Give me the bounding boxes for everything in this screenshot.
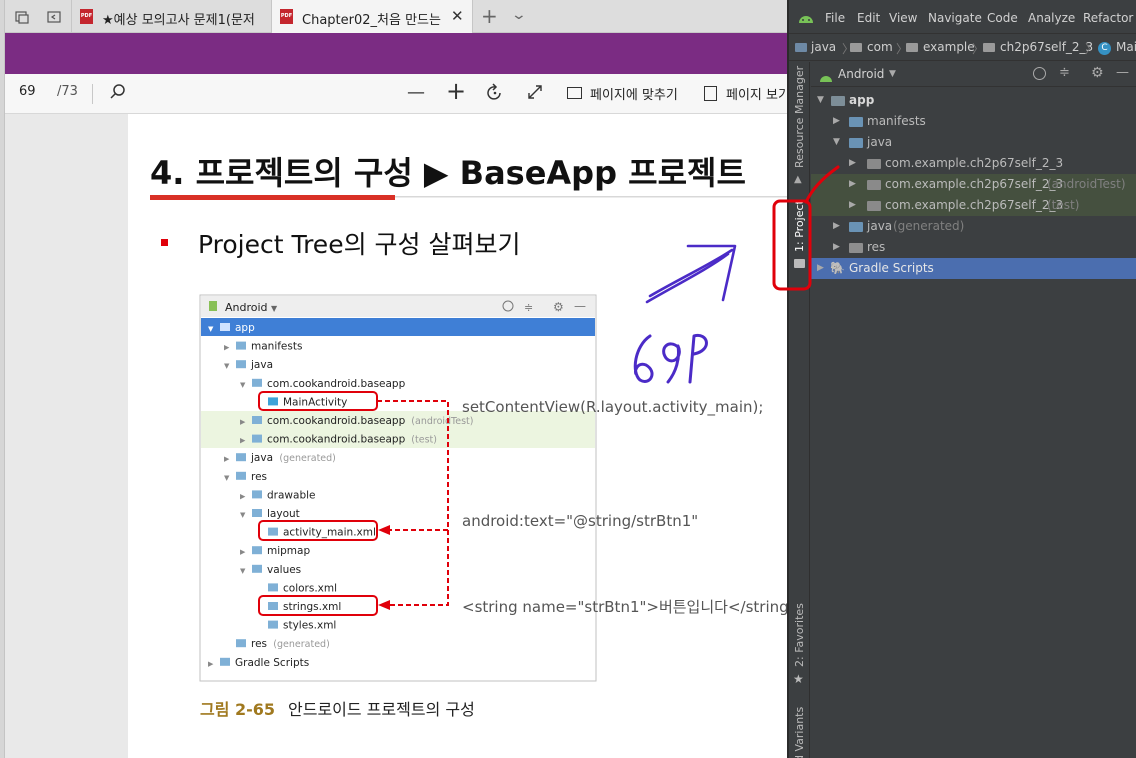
annotation-stroke — [804, 165, 840, 204]
project-tab-highlight — [772, 199, 812, 291]
screen: PDF ★예상 모의고사 문제1(문저 PDF Chapter02_처음 만드는… — [0, 0, 1136, 758]
annotation-overlay — [772, 165, 840, 291]
